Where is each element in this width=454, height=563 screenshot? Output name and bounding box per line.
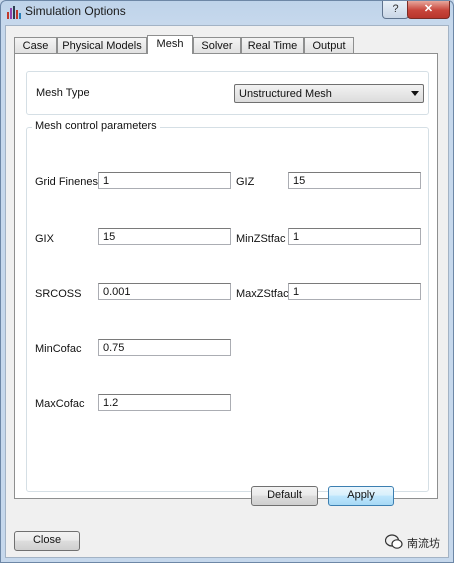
tab-mesh[interactable]: Mesh (147, 35, 193, 54)
watermark: 南流坊 (383, 534, 453, 550)
giz-label: GIZ (236, 176, 255, 188)
default-button[interactable]: Default (251, 486, 318, 506)
mesh-control-title: Mesh control parameters (32, 120, 160, 132)
maxzstfac-field[interactable]: 1 (288, 283, 421, 300)
tab-output[interactable]: Output (304, 37, 354, 53)
tab-physical-models[interactable]: Physical Models (57, 37, 147, 53)
grid-fineness-field[interactable]: 1 (98, 172, 231, 189)
mesh-type-label: Mesh Type (36, 87, 90, 99)
maxcofac-field[interactable]: 1.2 (98, 394, 231, 411)
dropdown-arrow-icon (411, 91, 419, 96)
gix-field[interactable]: 15 (98, 228, 231, 245)
apply-button[interactable]: Apply (328, 486, 394, 506)
mesh-tab-panel: Mesh Type Unstructured Mesh Mesh control… (14, 53, 438, 499)
tab-real-time[interactable]: Real Time (241, 37, 304, 53)
mesh-type-group: Mesh Type Unstructured Mesh (26, 71, 429, 115)
tab-case[interactable]: Case (14, 37, 57, 53)
gix-label: GIX (35, 233, 54, 245)
window-close-button[interactable]: ✕ (407, 1, 450, 19)
srcoss-label: SRCOSS (35, 288, 82, 300)
minzstfac-field[interactable]: 1 (288, 228, 421, 245)
simulation-options-window: Simulation Options ? ✕ Case Physical Mod… (0, 0, 454, 563)
mincofac-label: MinCofac (35, 343, 82, 355)
app-icon (7, 6, 21, 19)
mesh-control-group: Mesh control parameters Grid Fineness 1 … (26, 120, 429, 492)
srcoss-field[interactable]: 0.001 (98, 283, 231, 300)
maxcofac-label: MaxCofac (35, 398, 85, 410)
grid-fineness-label: Grid Fineness (35, 176, 104, 188)
help-button[interactable]: ? (382, 1, 409, 19)
mesh-type-value: Unstructured Mesh (239, 88, 332, 100)
mesh-type-select[interactable]: Unstructured Mesh (234, 84, 424, 103)
mincofac-field[interactable]: 0.75 (98, 339, 231, 356)
tab-solver[interactable]: Solver (193, 37, 241, 53)
minzstfac-label: MinZStfac (236, 233, 286, 245)
maxzstfac-label: MaxZStfac (236, 288, 289, 300)
close-button[interactable]: Close (14, 531, 80, 551)
wechat-icon (385, 534, 403, 549)
window-title: Simulation Options (25, 4, 126, 18)
title-bar[interactable]: Simulation Options ? ✕ (1, 1, 453, 25)
watermark-text: 南流坊 (407, 538, 440, 550)
dialog-body: Case Physical Models Mesh Solver Real Ti… (5, 25, 449, 558)
giz-field[interactable]: 15 (288, 172, 421, 189)
